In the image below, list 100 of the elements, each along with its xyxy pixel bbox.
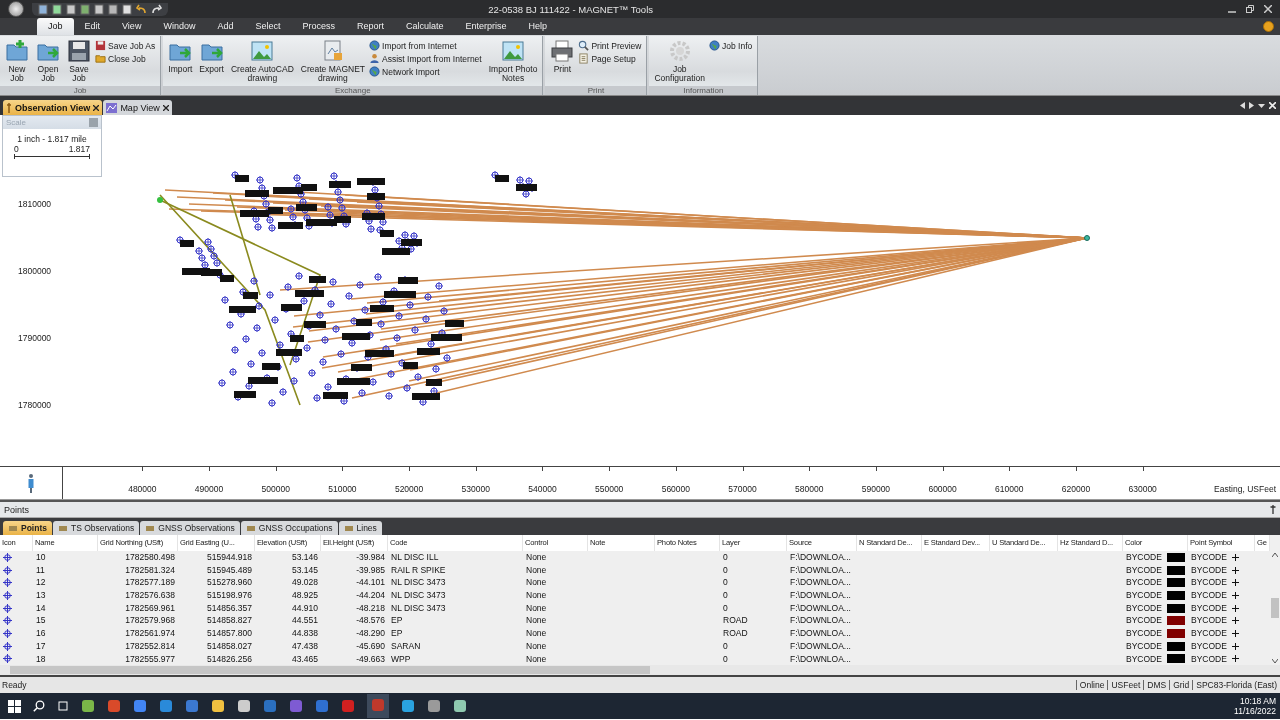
table-cell-text: 514856.357	[206, 601, 253, 615]
toolbar-document-icon[interactable]	[108, 3, 118, 15]
table-cell: BYCODE	[1191, 639, 1227, 653]
app-icon[interactable]	[401, 699, 415, 714]
panel-title: Scale	[6, 118, 26, 127]
ribbon-group-label: Job	[0, 86, 161, 95]
table-cell-text: F:\DOWNLOA...	[789, 639, 852, 653]
pin-icon[interactable]	[1270, 505, 1276, 514]
plus-icon	[1231, 617, 1239, 625]
ribbon-button[interactable]: Network Import	[369, 66, 485, 77]
task-view-icon[interactable]	[57, 700, 69, 713]
status-text: Ready	[2, 680, 27, 691]
menu-tab[interactable]: Select	[244, 18, 292, 35]
app-icon[interactable]	[81, 699, 95, 714]
app-icon[interactable]	[211, 699, 225, 714]
overlapping-label-cluster	[380, 230, 394, 237]
ribbon-button[interactable]: Save Job	[64, 37, 94, 85]
redo-icon[interactable]	[151, 3, 162, 15]
ribbon-button[interactable]: New Job	[2, 37, 32, 85]
ribbon-button[interactable]: Assist Import from Internet	[369, 53, 485, 64]
plus-icon	[1231, 566, 1239, 574]
menu-tab[interactable]: Calculate	[394, 18, 455, 35]
search-icon[interactable]	[33, 700, 45, 713]
app-icon[interactable]	[237, 699, 251, 714]
menu-tab[interactable]: Enterprise	[454, 18, 518, 35]
scrollbar-thumb[interactable]	[1271, 598, 1279, 619]
table-cell: BYCODE	[1191, 563, 1227, 577]
toolbar-document-icon[interactable]	[38, 3, 48, 15]
ribbon-button[interactable]: Create AutoCAD drawing	[227, 37, 297, 85]
panel-tab[interactable]: GNSS Observations	[140, 521, 240, 535]
table-cell: BYCODE	[1191, 627, 1227, 640]
ribbon-button[interactable]: Close Job	[95, 53, 159, 64]
document-tab[interactable]: Observation View	[3, 100, 103, 115]
ribbon-button[interactable]: Import Photo Notes	[485, 37, 541, 85]
ribbon-button[interactable]: Create MAGNET drawing	[297, 37, 369, 85]
overlapping-label-cluster	[412, 393, 440, 400]
menu-tab[interactable]: Window	[152, 18, 207, 35]
panel-tab[interactable]: TS Observations	[53, 521, 140, 535]
panel-tab[interactable]: GNSS Occupations	[240, 521, 338, 535]
ribbon-button[interactable]: Save Job As	[95, 40, 159, 51]
axis-tick-label: 530000	[442, 467, 510, 494]
toolbar-document-icon[interactable]	[66, 3, 76, 15]
overlapping-label-cluster	[426, 379, 442, 386]
toolbar-document-icon[interactable]	[122, 3, 132, 15]
ribbon-button[interactable]: Page Setup	[578, 53, 645, 64]
toolbar-document-icon[interactable]	[52, 3, 62, 15]
app-icon[interactable]	[159, 699, 173, 714]
app-menu-button[interactable]	[8, 1, 24, 17]
help-icon[interactable]	[1263, 21, 1274, 32]
axis-tick-label: 620000	[1042, 467, 1110, 494]
dropdown-icon[interactable]	[1258, 102, 1265, 109]
scroll-down-icon[interactable]	[1272, 659, 1278, 664]
menu-tab[interactable]: View	[111, 18, 153, 35]
ribbon-button[interactable]: Job Configuration	[651, 37, 708, 85]
close-icon[interactable]	[93, 104, 100, 111]
tab-icon	[8, 524, 18, 532]
ribbon-button[interactable]: Job Info	[709, 40, 756, 51]
close-icon[interactable]	[162, 104, 169, 111]
table-cell-text: 15	[35, 614, 47, 628]
active-app-button[interactable]	[367, 694, 389, 719]
undo-icon[interactable]	[136, 3, 147, 15]
menu-tab[interactable]: Process	[291, 18, 346, 35]
figure-icon[interactable]	[27, 473, 35, 493]
ribbon-button[interactable]: Print Preview	[578, 40, 645, 51]
restore-icon[interactable]	[1246, 5, 1254, 13]
scale-text: 1 inch - 1.817 mile	[17, 134, 87, 144]
table-cell: BYCODE	[1191, 601, 1227, 615]
ribbon-button[interactable]: Import from Internet	[369, 40, 485, 51]
toolbar-document-icon[interactable]	[80, 3, 90, 15]
scrollbar-thumb[interactable]	[10, 666, 650, 675]
panel-tab[interactable]: Points	[3, 521, 52, 535]
overlapping-label-cluster	[323, 392, 348, 399]
globe-icon	[709, 40, 720, 51]
menu-tab[interactable]: Help	[517, 18, 559, 35]
scroll-left-icon[interactable]	[1240, 102, 1245, 109]
scroll-up-icon[interactable]	[1272, 553, 1278, 557]
ribbon-button[interactable]: Print	[547, 37, 578, 85]
windows-start-icon[interactable]	[8, 699, 21, 713]
ribbon-button[interactable]: Import	[165, 37, 196, 85]
table-cell-text: 16	[35, 627, 47, 640]
table-cell-text: 1782579.968	[124, 614, 176, 628]
menu-tab[interactable]: Add	[206, 18, 245, 35]
app-icon[interactable]	[133, 699, 147, 714]
ribbon-button[interactable]: Export	[196, 37, 227, 85]
table-cell: BYCODE	[1126, 601, 1162, 615]
scroll-right-icon[interactable]	[1249, 102, 1254, 109]
document-tab[interactable]: Map View	[103, 100, 172, 115]
menu-tab[interactable]: Report	[345, 18, 395, 35]
clock-date: 11/16/2022	[1234, 706, 1276, 717]
axis-title: Easting, USFeet	[1214, 483, 1276, 494]
table-cell-text: -44.204	[355, 589, 386, 602]
menu-tab[interactable]: Job	[37, 18, 74, 35]
app-icon[interactable]	[453, 699, 467, 714]
app-icon[interactable]	[427, 699, 441, 714]
table-cell-text: None	[525, 551, 548, 564]
panel-tab[interactable]: Lines	[338, 521, 382, 535]
toolbar-document-icon[interactable]	[94, 3, 104, 15]
ribbon-button[interactable]: Open Job	[33, 37, 63, 85]
menu-tab[interactable]: Edit	[73, 18, 112, 35]
table-cell-text: 515944.918	[206, 551, 253, 564]
